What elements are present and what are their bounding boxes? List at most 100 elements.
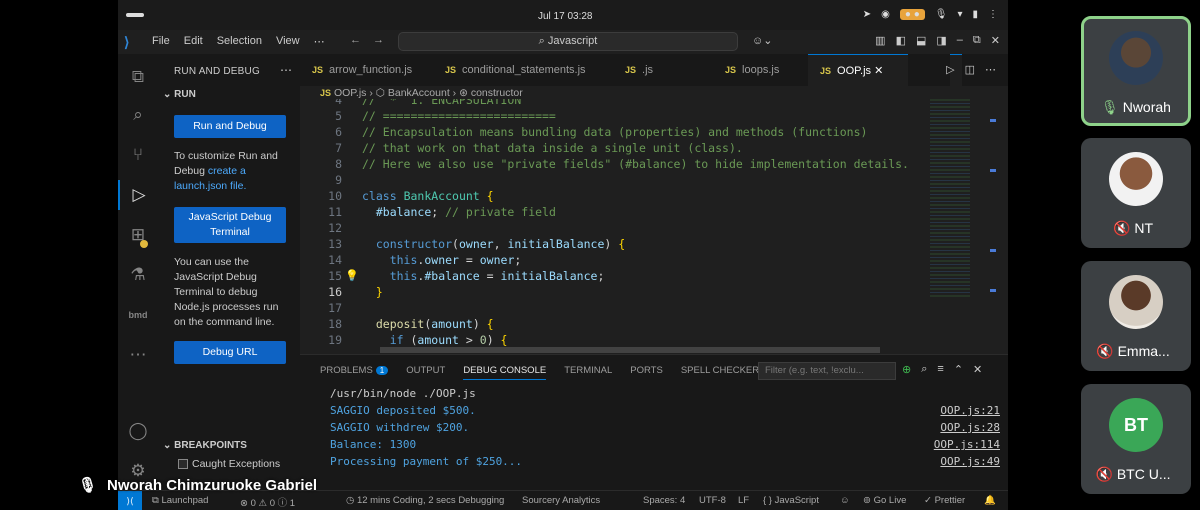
run-and-debug-button[interactable]: Run and Debug xyxy=(174,115,286,138)
code-line[interactable]: this.#balance = initialBalance; xyxy=(362,269,605,283)
extensions-icon[interactable]: ⊞ xyxy=(118,220,158,250)
code-line[interactable]: } xyxy=(362,285,383,299)
tab-js[interactable]: JS .js xyxy=(613,54,713,86)
code-line[interactable]: // that work on that data inside a singl… xyxy=(362,141,743,155)
close-tab-icon[interactable]: ✕ xyxy=(874,65,883,77)
debug-url-button[interactable]: Debug URL xyxy=(174,341,286,364)
forward-arrow-icon[interactable]: → xyxy=(373,34,384,46)
menu-file[interactable]: File xyxy=(152,35,170,48)
restore-icon[interactable]: ⧉ xyxy=(973,34,981,47)
participant-tile-nt[interactable]: 🔇 NT xyxy=(1081,138,1191,248)
menu-edit[interactable]: Edit xyxy=(184,35,203,48)
tab-terminal[interactable]: TERMINAL xyxy=(564,365,612,380)
bmd-extension-icon[interactable]: bmd xyxy=(118,300,158,330)
code-line[interactable]: #balance; // private field xyxy=(362,205,556,219)
code-line[interactable]: // * 1. ENCAPSULATION xyxy=(362,99,521,107)
breadcrumb-file[interactable]: OOP.js xyxy=(334,87,366,99)
breadcrumb-member[interactable]: constructor xyxy=(471,87,523,99)
testing-icon[interactable]: ⚗ xyxy=(118,260,158,290)
search-icon[interactable]: ⌕ xyxy=(921,363,927,376)
toggle-sidebar-icon[interactable]: ◧ xyxy=(896,34,906,47)
console-source-link[interactable]: OOP.js:21 xyxy=(940,404,1000,417)
lightbulb-icon[interactable]: 💡 xyxy=(345,269,359,282)
tab-problems[interactable]: PROBLEMS 1 xyxy=(320,365,389,380)
minimize-icon[interactable]: – xyxy=(957,34,963,47)
console-filter-input[interactable]: Filter (e.g. text, !exclu... xyxy=(758,362,896,380)
code-line[interactable]: // ========================= xyxy=(362,109,556,123)
tab-loops[interactable]: JS loops.js xyxy=(713,54,803,86)
code-line[interactable]: this.owner = owner; xyxy=(362,253,522,267)
tab-oop[interactable]: JS OOP.js ✕ xyxy=(808,54,908,86)
console-source-link[interactable]: OOP.js:114 xyxy=(934,438,1000,451)
go-live-status[interactable]: ⊚ Go Live xyxy=(863,495,906,506)
code-line[interactable]: if (amount > 0) { xyxy=(362,333,508,347)
launchpad[interactable]: ⧉ Launchpad xyxy=(152,495,208,506)
code-line[interactable]: constructor(owner, initialBalance) { xyxy=(362,237,625,251)
tab-conditional-statements[interactable]: JS conditional_statements.js xyxy=(433,54,613,86)
sourcery-status[interactable]: Sourcery Analytics xyxy=(522,495,600,506)
editor-scrollbar[interactable] xyxy=(990,99,998,299)
wakatime-status[interactable]: ◷ 12 mins Coding, 2 secs Debugging xyxy=(346,495,504,506)
close-window-icon[interactable]: ✕ xyxy=(991,34,1000,47)
checkbox-icon[interactable] xyxy=(178,459,188,469)
notifications-icon[interactable]: 🔔 xyxy=(984,495,996,506)
participant-tile-nworah[interactable]: 🎙 Nworah xyxy=(1081,16,1191,126)
caught-exceptions-label: Caught Exceptions xyxy=(192,458,281,470)
code-line[interactable]: deposit(amount) { xyxy=(362,317,494,331)
participant-tile-emma[interactable]: 🔇 Emma... xyxy=(1081,261,1191,371)
tab-label: .js xyxy=(642,64,654,76)
run-file-icon[interactable]: ▷ xyxy=(946,63,954,76)
indentation-status[interactable]: Spaces: 4 xyxy=(643,495,685,506)
line-number: 18 xyxy=(328,317,342,331)
problems-status[interactable]: ⊗ 0 ⚠ 0 ⓘ 1 xyxy=(240,495,295,509)
close-panel-icon[interactable]: ✕ xyxy=(973,363,982,376)
sidebar-more-icon[interactable]: ⋯ xyxy=(280,63,292,77)
explorer-icon[interactable]: ⧉ xyxy=(118,62,158,92)
console-source-link[interactable]: OOP.js:28 xyxy=(940,421,1000,434)
back-arrow-icon[interactable]: ← xyxy=(350,34,361,46)
layout-icon[interactable]: ▥ xyxy=(875,34,885,47)
command-center-search[interactable]: ⌕ Javascript xyxy=(398,32,738,51)
toggle-panel-icon[interactable]: ⬓ xyxy=(916,34,926,47)
prettier-status[interactable]: ✓ Prettier xyxy=(924,495,965,506)
code-line[interactable]: // Here we also use "private fields" (#b… xyxy=(362,157,909,171)
toggle-secondary-sidebar-icon[interactable]: ◨ xyxy=(936,34,946,47)
tab-ports[interactable]: PORTS xyxy=(630,365,663,380)
copilot-icon[interactable]: ☺⌄ xyxy=(752,34,772,47)
encoding-status[interactable]: UTF-8 xyxy=(699,495,726,506)
participant-tile-btc[interactable]: BT 🔇 BTC U... xyxy=(1081,384,1191,494)
search-icon[interactable]: ⌕ xyxy=(118,100,158,130)
account-icon[interactable]: ◯ xyxy=(118,416,158,446)
more-views-icon[interactable]: ⋯ xyxy=(118,340,158,370)
breadcrumb-class[interactable]: BankAccount xyxy=(388,87,450,99)
minimap[interactable] xyxy=(930,99,970,299)
clear-console-icon[interactable]: ≡ xyxy=(937,363,943,376)
avatar xyxy=(1109,275,1163,329)
menu-view[interactable]: View xyxy=(276,35,300,48)
run-debug-icon[interactable]: ▷ xyxy=(118,180,158,210)
tab-arrow-function[interactable]: JS arrow_function.js xyxy=(300,54,440,86)
source-control-icon[interactable]: ⑂ xyxy=(118,140,158,170)
breakpoints-section-header[interactable]: ⌄ BREAKPOINTS xyxy=(163,440,247,451)
avatar xyxy=(1109,152,1163,206)
run-section-header[interactable]: ⌄ RUN xyxy=(163,89,196,100)
menu-selection[interactable]: Selection xyxy=(217,35,262,48)
code-line[interactable]: class BankAccount { xyxy=(362,189,494,203)
menu-more[interactable]: ⋯ xyxy=(314,35,325,48)
caught-exceptions-checkbox[interactable]: Caught Exceptions xyxy=(178,458,280,470)
code-editor[interactable]: 4 // * 1. ENCAPSULATION 5 // ===========… xyxy=(300,99,920,354)
add-icon[interactable]: ⊕ xyxy=(902,363,911,376)
horizontal-scrollbar[interactable] xyxy=(380,347,880,353)
split-editor-icon[interactable]: ◫ xyxy=(965,63,975,76)
editor-more-icon[interactable]: ⋯ xyxy=(985,63,996,76)
eol-status[interactable]: LF xyxy=(738,495,749,506)
copilot-status-icon[interactable]: ☺ xyxy=(840,495,850,506)
collapse-panel-icon[interactable]: ⌃ xyxy=(954,363,963,376)
tab-output[interactable]: OUTPUT xyxy=(406,365,445,380)
tab-debug-console[interactable]: DEBUG CONSOLE xyxy=(463,365,547,380)
js-debug-terminal-button[interactable]: JavaScript Debug Terminal xyxy=(174,207,286,243)
console-source-link[interactable]: OOP.js:49 xyxy=(940,455,1000,468)
language-mode-status[interactable]: { } JavaScript xyxy=(763,495,819,506)
js-file-icon: JS xyxy=(820,66,832,76)
code-line[interactable]: // Encapsulation means bundling data (pr… xyxy=(362,125,867,139)
